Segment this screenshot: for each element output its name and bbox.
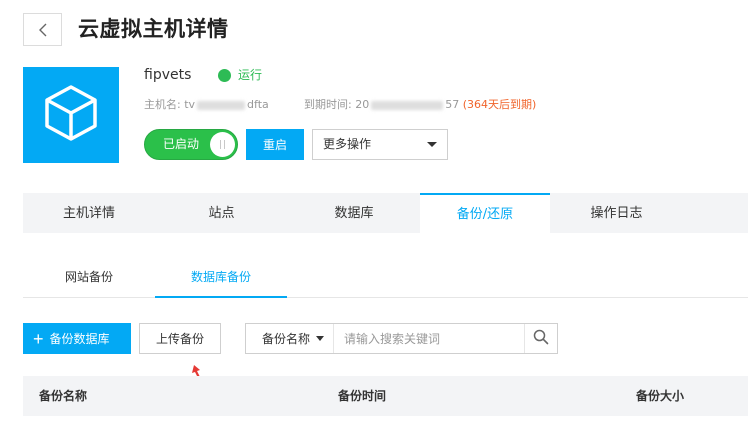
expiry-prefix: 20	[355, 98, 370, 111]
backup-subtabs: 网站备份 数据库备份	[23, 257, 748, 298]
search-icon	[533, 329, 549, 349]
power-toggle[interactable]: 已启动	[144, 129, 238, 160]
tab-host-details[interactable]: 主机详情	[23, 193, 155, 233]
column-header-backup-time[interactable]: 备份时间	[338, 376, 386, 416]
hostname-label: 主机名:	[144, 98, 181, 111]
restart-button[interactable]: 重启	[246, 129, 304, 160]
backup-database-label: 备份数据库	[49, 332, 110, 346]
expiry-suffix: 57	[445, 98, 460, 111]
chevron-left-icon	[38, 23, 48, 37]
caret-down-icon	[427, 142, 437, 147]
tab-database[interactable]: 数据库	[288, 193, 420, 233]
more-actions-dropdown[interactable]: 更多操作	[312, 129, 448, 160]
subtab-database-backup[interactable]: 数据库备份	[155, 257, 287, 298]
status-dot-icon	[218, 68, 231, 82]
hostname-prefix: tv	[184, 98, 196, 111]
search-field-select[interactable]: 备份名称	[246, 324, 334, 353]
search-box: 备份名称	[245, 323, 558, 354]
caret-down-icon	[316, 336, 325, 341]
back-button[interactable]	[23, 13, 62, 46]
host-name: fipvets	[144, 67, 192, 83]
host-avatar	[23, 67, 119, 163]
page-title: 云虚拟主机详情	[78, 17, 229, 41]
redacted-expiry-date	[371, 100, 444, 110]
upload-backup-button[interactable]: 上传备份	[139, 323, 221, 354]
toggle-knob	[210, 132, 235, 157]
toggle-label: 已启动	[163, 137, 200, 151]
search-input[interactable]	[334, 324, 524, 353]
tab-backup-restore[interactable]: 备份/还原	[420, 193, 550, 233]
status-text: 运行	[238, 68, 263, 82]
tab-sites[interactable]: 站点	[155, 193, 288, 233]
status-badge: 运行	[218, 67, 262, 83]
expiry-label: 到期时间:	[304, 98, 352, 111]
backup-database-button[interactable]: + 备份数据库	[23, 323, 131, 354]
backup-table-header: 备份名称 备份时间 备份大小	[23, 376, 748, 416]
main-tabs: 主机详情 站点 数据库 备份/还原 操作日志	[23, 193, 748, 233]
remaining-days: (364天后到期)	[462, 98, 537, 111]
subtab-site-backup[interactable]: 网站备份	[23, 257, 155, 298]
search-button[interactable]	[524, 324, 557, 353]
expiry-info: 到期时间: 20 57 (364天后到期)	[304, 97, 536, 113]
hostname-suffix: dfta	[247, 98, 269, 111]
cube-icon	[43, 84, 99, 146]
hostname-info: 主机名: tv dfta	[144, 97, 269, 113]
search-field-label: 备份名称	[262, 332, 311, 346]
plus-icon: +	[33, 328, 44, 349]
redacted-hostname	[197, 100, 246, 110]
column-header-backup-size[interactable]: 备份大小	[636, 376, 684, 416]
column-header-backup-name[interactable]: 备份名称	[39, 376, 87, 416]
tab-operation-log[interactable]: 操作日志	[550, 193, 683, 233]
more-actions-label: 更多操作	[323, 137, 372, 151]
